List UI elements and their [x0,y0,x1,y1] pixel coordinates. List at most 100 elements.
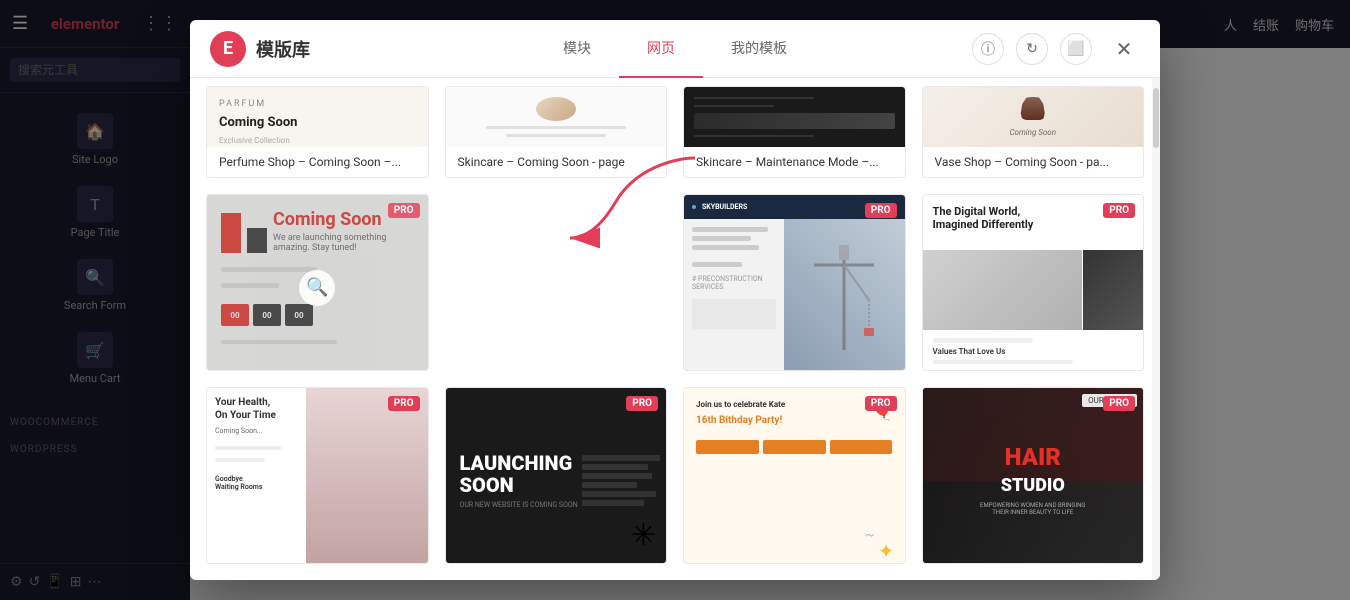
card-thumbnail-creative: PRO The Digital World,Imagined Different… [923,195,1144,371]
pro-badge: PRO [865,203,897,218]
l-line-5 [582,491,656,497]
modal-actions: ⓘ ↻ ⬜ ✕ [972,33,1140,65]
card-footer: Perfume Shop – Coming Soon –... [207,147,428,177]
pro-badge: PRO [626,396,658,411]
c-line-2 [692,236,751,241]
starburst-icon: ✳ [631,518,656,553]
l-line-6 [582,500,644,506]
template-card-birthday[interactable]: PRO 🎈 Join us to celebrate Kate 16th Bit… [683,387,906,564]
l-line-2 [582,464,648,470]
card-thumbnail-construction: PRO SKYBUILDERS [684,195,905,371]
card-footer: Skincare – Coming Soon - page [446,147,667,177]
template-card-vase[interactable]: Coming Soon Vase Shop – Coming Soon - pa… [922,86,1145,178]
template-card-skincare1[interactable]: Skincare – Coming Soon - page [445,86,668,178]
zoom-icon: 🔍 [299,270,335,306]
template-card-skincare2[interactable]: Skincare – Maintenance Mode –... [683,86,906,178]
card-thumbnail [684,87,905,147]
crane-svg [804,240,884,360]
modal-overlay[interactable]: E 模版库 模块 网页 我的模板 ⓘ ↻ ⬜ ✕ [0,0,1350,600]
skincare-line-2 [506,134,606,137]
creative-imgs [923,250,1144,330]
modal-scrollbar[interactable] [1152,78,1160,580]
l-line-4 [582,482,637,488]
creative-img-1 [923,250,1083,330]
pro-badge: PRO [388,203,420,218]
bday-btn-1 [696,440,759,454]
template-card-construction[interactable]: PRO SKYBUILDERS [683,194,906,371]
tab-my-templates[interactable]: 我的模板 [703,20,815,78]
info-button[interactable]: ⓘ [972,33,1004,65]
l-line-3 [582,473,652,479]
birthday-buttons [696,440,893,454]
card-thumbnail-health: PRO Your Health,On Your Time Coming Soon… [207,388,428,564]
dark-line-1 [694,97,814,99]
scrollbar-thumb [1153,88,1159,148]
card-name: Vase Shop – Coming Soon - pa... [935,155,1109,169]
c-services-block [692,299,776,329]
construction-right [784,219,905,371]
pro-badge: PRO [1103,203,1135,218]
card-thumbnail: Coming Soon [923,87,1144,147]
template-card-launching[interactable]: PRO LAUNCHINGSOON OUR NEW W [445,387,668,564]
construction-left: # PRECONSTRUCTION SERVICES [684,219,784,371]
health-left: Your Health,On Your Time Coming Soon... … [207,388,306,564]
c-line-3 [692,245,759,250]
vase-shape [1018,97,1048,120]
template-card-health[interactable]: PRO Your Health,On Your Time Coming Soon… [206,387,429,564]
dark-img [694,113,895,129]
pro-badge: PRO [388,396,420,411]
card-thumbnail-art: PRO Coming Soon We are launching somethi… [207,195,428,371]
creative-bottom-line-1 [933,338,1033,343]
birthday-star: ✦ [878,539,895,563]
modal-tabs: 模块 网页 我的模板 [535,20,815,78]
construction-dot [692,205,696,209]
skincare-line-1 [486,126,626,129]
modal-body: PARFUM Coming Soon Exclusive Collection … [190,78,1160,580]
card-thumbnail-launching: PRO LAUNCHINGSOON OUR NEW W [446,388,667,564]
creative-bottom: Values That Love Us [923,330,1144,371]
partial-top-row: PARFUM Coming Soon Exclusive Collection … [190,86,1160,178]
bday-btn-3 [830,440,893,454]
modal-title: 模版库 [256,36,310,62]
pro-badge: PRO [1103,396,1135,411]
card-name: Skincare – Maintenance Mode –... [696,155,879,169]
construction-img [784,219,905,371]
c-line-4 [692,262,742,267]
tab-modules[interactable]: 模块 [535,20,619,78]
tab-pages[interactable]: 网页 [619,20,703,78]
template-card-creative[interactable]: PRO The Digital World,Imagined Different… [922,194,1145,371]
card-name: Perfume Shop – Coming Soon –... [219,155,401,169]
construction-body: # PRECONSTRUCTION SERVICES [684,219,905,371]
health-right [306,388,427,564]
close-button[interactable]: ✕ [1108,33,1140,65]
health-line-2 [215,458,265,462]
modal-header: E 模版库 模块 网页 我的模板 ⓘ ↻ ⬜ ✕ [190,20,1160,78]
template-card-perfume[interactable]: PARFUM Coming Soon Exclusive Collection … [206,86,429,178]
card-thumbnail-hair: PRO OUR SALON HAIR STUDIO EMPOWERING WOM… [923,388,1144,564]
health-line-1 [215,446,282,450]
pro-badge: PRO [865,396,897,411]
refresh-button[interactable]: ↻ [1016,33,1048,65]
skincare-circle [536,97,576,121]
save-button[interactable]: ⬜ [1060,33,1092,65]
c-line-1 [692,227,768,232]
bday-btn-2 [763,440,826,454]
l-line-1 [582,455,660,461]
dark-line-2 [694,105,774,107]
creative-img-2 [1083,250,1143,330]
card-footer: Vase Shop – Coming Soon - pa... [923,147,1144,177]
card-thumbnail [446,87,667,147]
card-footer: Skincare – Maintenance Mode –... [684,147,905,177]
template-card-art-magazine[interactable]: PRO Coming Soon We are launching somethi… [206,194,429,371]
birthday-curl: ~ [865,527,875,543]
card-hover-overlay: 🔍 [207,195,428,371]
template-library-modal: E 模版库 模块 网页 我的模板 ⓘ ↻ ⬜ ✕ [190,20,1160,580]
dark-line-3 [694,135,814,137]
template-grid: PRO Coming Soon We are launching somethi… [190,178,1160,580]
modal-logo: E [210,31,246,67]
card-thumbnail-birthday: PRO 🎈 Join us to celebrate Kate 16th Bit… [684,388,905,564]
creative-bottom-line-2 [933,360,1073,364]
card-name: Skincare – Coming Soon - page [458,155,625,169]
card-thumbnail: PARFUM Coming Soon Exclusive Collection [207,87,428,147]
template-card-hair[interactable]: PRO OUR SALON HAIR STUDIO EMPOWERING WOM… [922,387,1145,564]
